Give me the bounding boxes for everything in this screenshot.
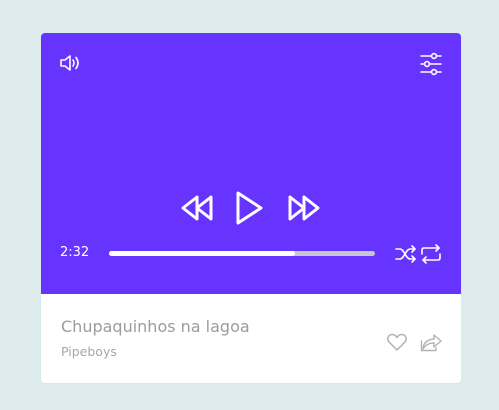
rewind-icon[interactable] bbox=[180, 193, 214, 223]
progress-fill bbox=[109, 251, 296, 256]
artist-name: Pipeboys bbox=[61, 344, 117, 359]
fast-forward-icon[interactable] bbox=[287, 193, 321, 223]
current-time: 2:32 bbox=[60, 245, 90, 260]
track-info: Chupaquinhos na lagoa Pipeboys bbox=[41, 294, 461, 383]
play-icon[interactable] bbox=[234, 190, 264, 226]
volume-icon[interactable] bbox=[59, 53, 83, 73]
sliders-icon[interactable] bbox=[419, 52, 443, 76]
player-panel: 2:32 bbox=[41, 33, 461, 294]
heart-icon[interactable] bbox=[386, 331, 408, 353]
music-player-card: 2:32 Chupaquinhos na lagoa Pipeboys bbox=[41, 33, 461, 383]
progress-bar[interactable] bbox=[109, 251, 375, 256]
song-title: Chupaquinhos na lagoa bbox=[61, 317, 250, 336]
share-icon[interactable] bbox=[420, 332, 442, 352]
shuffle-icon[interactable] bbox=[394, 243, 418, 265]
repeat-icon[interactable] bbox=[419, 243, 443, 265]
